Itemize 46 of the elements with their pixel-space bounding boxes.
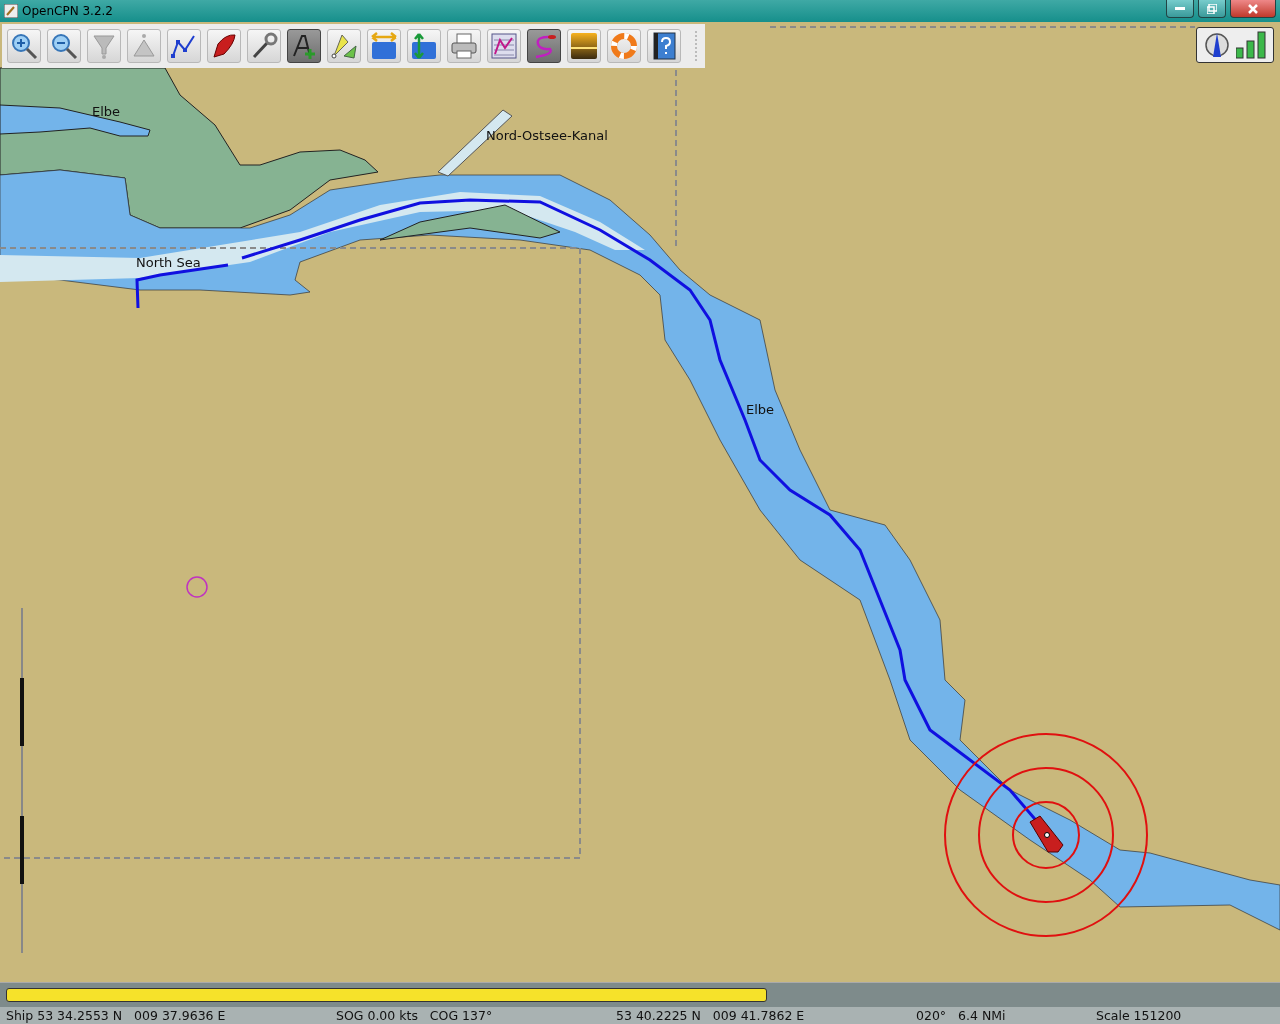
pennants-icon (330, 32, 358, 60)
status-text: 020° 6.4 NMi (916, 1008, 1007, 1023)
boat-icon (210, 32, 238, 60)
tide-arrows-icon (410, 32, 438, 60)
funnel-icon (90, 32, 118, 60)
toolbar-button[interactable] (287, 29, 321, 63)
place-label: Elbe (746, 402, 775, 417)
place-label: Elbe (92, 104, 121, 119)
minimize-icon (1175, 6, 1185, 11)
help-icon (650, 32, 678, 60)
place-label: North Sea (136, 255, 201, 270)
app-icon (4, 4, 18, 18)
toolbar-button[interactable] (207, 29, 241, 63)
lifebuoy-icon (610, 32, 638, 60)
toolbar-button[interactable] (47, 29, 81, 63)
sunset-icon (570, 32, 598, 60)
status-text: Ship 53 34.2553 N 009 37.9636 E (6, 1008, 227, 1023)
zoom-out-icon (50, 32, 78, 60)
warning-icon (186, 576, 208, 598)
toolbar-button[interactable] (567, 29, 601, 63)
water-arrows-icon (370, 32, 398, 60)
toolbar-button[interactable] (647, 29, 681, 63)
triangle-icon (130, 32, 158, 60)
printer-icon (450, 32, 478, 60)
route-list-icon (490, 32, 518, 60)
toolbar-button[interactable] (247, 29, 281, 63)
status-widget[interactable] (1196, 27, 1274, 63)
status-text: 53 40.2225 N 009 41.7862 E (616, 1008, 806, 1023)
status-text: Scale 151200 (1096, 1008, 1183, 1023)
ship-icon (1029, 815, 1064, 853)
close-icon (1248, 3, 1258, 14)
signal-icon (1236, 31, 1266, 59)
place-label: Nord-Ostsee-Kanal (486, 128, 608, 143)
toolbar-button[interactable] (167, 29, 201, 63)
restore-icon (1207, 3, 1217, 14)
wrench-icon (250, 32, 278, 60)
minimize-button[interactable] (1166, 0, 1194, 18)
window-title: OpenCPN 3.2.2 (22, 4, 114, 18)
nautical-chart[interactable]: Elbe Nord-Ostsee-Kanal North Sea Elbe (0, 22, 1280, 982)
restore-button[interactable] (1198, 0, 1226, 18)
toolbar-button[interactable] (7, 29, 41, 63)
compass-icon (1204, 31, 1230, 59)
text-add-icon (290, 32, 318, 60)
status-text: SOG 0.00 kts COG 137° (336, 1008, 494, 1023)
close-button[interactable] (1230, 0, 1276, 18)
zoom-in-icon (10, 32, 38, 60)
